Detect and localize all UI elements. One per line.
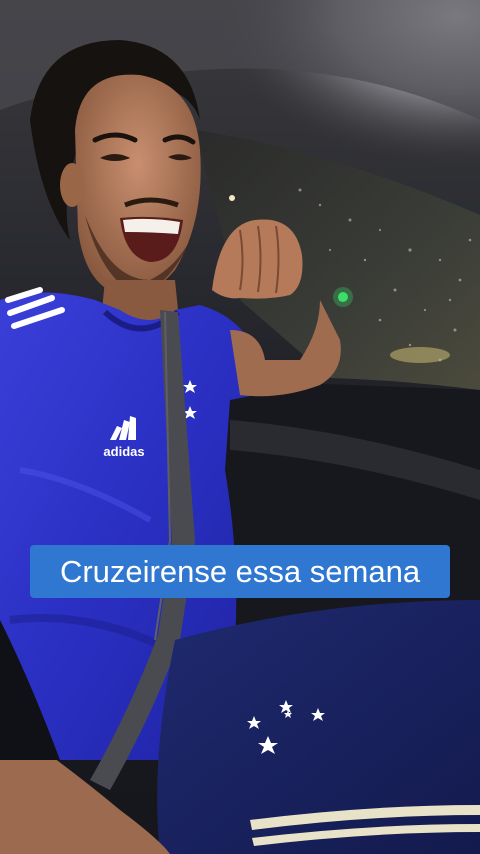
- video-frame: adidas: [0, 0, 480, 854]
- car-scene-illustration: adidas: [0, 0, 480, 854]
- caption-text: Cruzeirense essa semana: [59, 554, 421, 589]
- shirt-brand-text: adidas: [103, 444, 144, 459]
- caption-banner: Cruzeirense essa semana: [30, 545, 450, 598]
